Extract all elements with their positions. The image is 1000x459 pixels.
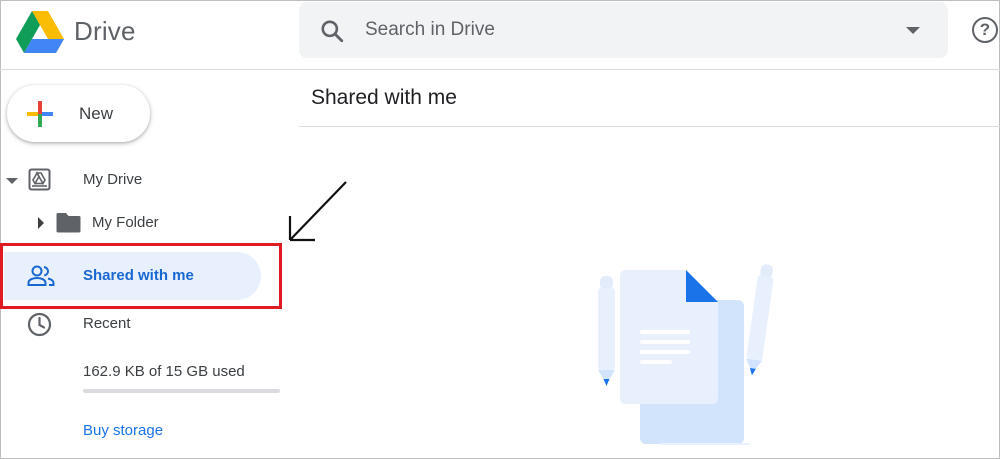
annotation-highlight-box: [0, 243, 282, 309]
expand-caret-down-icon[interactable]: [6, 178, 18, 184]
empty-state-illustration: [598, 264, 774, 445]
search-input[interactable]: [365, 2, 885, 58]
search-options-dropdown-icon[interactable]: [906, 27, 920, 34]
my-drive-icon: [28, 168, 51, 191]
search-bar[interactable]: [299, 2, 948, 58]
app-title: Drive: [74, 16, 136, 46]
sidebar-item-label: My Drive: [83, 171, 143, 188]
clock-icon: [27, 312, 52, 337]
page-title: Shared with me: [311, 86, 457, 109]
sidebar-item-my-drive[interactable]: My Drive: [0, 160, 290, 200]
storage-usage-text: 162.9 KB of 15 GB used: [83, 363, 245, 380]
new-button-label: New: [79, 104, 114, 123]
sidebar-item-recent[interactable]: Recent: [0, 304, 290, 344]
title-divider: [299, 126, 1000, 127]
search-icon[interactable]: [319, 18, 345, 44]
sidebar-item-my-folder[interactable]: My Folder: [0, 203, 290, 243]
drive-logo-icon[interactable]: [16, 11, 64, 53]
sidebar-item-label: My Folder: [92, 214, 159, 231]
new-button[interactable]: New: [7, 85, 150, 142]
storage-usage-bar: [83, 389, 280, 393]
expand-caret-right-icon[interactable]: [38, 217, 44, 229]
folder-icon: [56, 213, 81, 233]
sidebar-item-label: Recent: [83, 315, 131, 332]
annotation-arrow-icon: [288, 181, 347, 242]
buy-storage-link[interactable]: Buy storage: [83, 422, 163, 439]
help-icon[interactable]: ?: [972, 17, 998, 43]
plus-icon: [27, 101, 53, 127]
top-bar: Drive ?: [0, 0, 1000, 70]
